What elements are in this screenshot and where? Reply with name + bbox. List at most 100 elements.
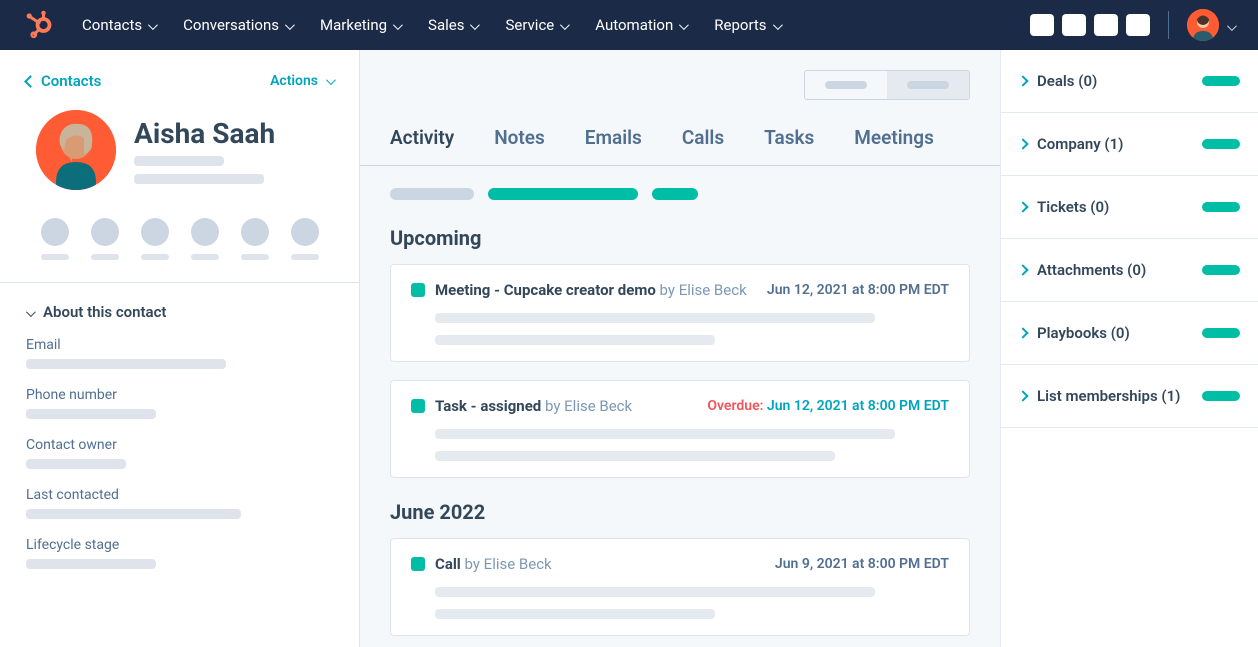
contact-field[interactable]: Phone number <box>26 387 333 419</box>
nav-items: Contacts Conversations Marketing Sales Servi… <box>82 16 780 34</box>
quick-action-placeholder[interactable] <box>141 218 169 260</box>
nav-item-conversations[interactable]: Conversations <box>183 16 292 34</box>
center-toolbar <box>360 50 1000 100</box>
tab-emails[interactable]: Emails <box>585 126 642 165</box>
activity-author: Elise Beck <box>679 281 747 299</box>
view-toggle-group <box>804 70 970 100</box>
side-panel-label: Attachments (0) <box>1037 261 1146 279</box>
activity-date: Overdue: Jun 12, 2021 at 8:00 PM EDT <box>707 398 949 414</box>
tab-notes[interactable]: Notes <box>494 126 545 165</box>
tab-tasks[interactable]: Tasks <box>764 126 814 165</box>
side-panel-action-placeholder[interactable] <box>1202 139 1240 149</box>
contact-field[interactable]: Last contacted <box>26 487 333 519</box>
field-value-placeholder <box>26 459 126 469</box>
chevron-down-icon <box>26 303 33 321</box>
nav-item-label: Conversations <box>183 16 279 34</box>
activity-body-placeholder <box>435 429 949 461</box>
activity-card[interactable]: Task - assigned by Elise Beck Overdue: Ju… <box>390 380 970 478</box>
quick-action-placeholder[interactable] <box>41 218 69 260</box>
field-label: Email <box>26 337 333 353</box>
nav-item-sales[interactable]: Sales <box>428 16 477 34</box>
field-label: Phone number <box>26 387 333 403</box>
activity-card-header: Meeting - Cupcake creator demo by Elise … <box>411 281 949 299</box>
side-panel-company[interactable]: Company (1) <box>1001 113 1258 176</box>
side-panel-action-placeholder[interactable] <box>1202 76 1240 86</box>
quick-action-placeholder[interactable] <box>91 218 119 260</box>
contact-field[interactable]: Lifecycle stage <box>26 537 333 569</box>
filter-chip-placeholder[interactable] <box>488 188 638 200</box>
header-action-placeholder[interactable] <box>1126 14 1150 36</box>
timeline-section-title: Upcoming <box>360 222 1000 264</box>
side-panel-action-placeholder[interactable] <box>1202 265 1240 275</box>
nav-item-label: Reports <box>714 16 766 34</box>
chevron-down-icon <box>470 16 477 34</box>
hubspot-logo-icon[interactable] <box>24 10 54 40</box>
center-panel: Activity Notes Emails Calls Tasks Meetings Up… <box>360 50 1000 647</box>
chevron-right-icon <box>1017 390 1028 401</box>
side-panel-attachments[interactable]: Attachments (0) <box>1001 239 1258 302</box>
nav-item-label: Marketing <box>320 16 387 34</box>
header-action-placeholder[interactable] <box>1062 14 1086 36</box>
by-label: by <box>461 555 484 573</box>
actions-dropdown[interactable]: Actions <box>270 73 333 89</box>
filter-chips <box>360 166 1000 222</box>
view-toggle-option[interactable] <box>805 71 887 99</box>
side-panel-label: List memberships (1) <box>1037 387 1180 405</box>
back-to-contacts-link[interactable]: Contacts <box>26 72 101 90</box>
chevron-down-icon <box>148 16 155 34</box>
contact-avatar[interactable] <box>36 110 116 190</box>
side-panel-label: Playbooks (0) <box>1037 324 1130 342</box>
activity-timeline: Upcoming Meeting - Cupcake creator demo b… <box>360 222 1000 636</box>
activity-card[interactable]: Call by Elise BeckJun 9, 2021 at 8:00 PM… <box>390 538 970 636</box>
tab-meetings[interactable]: Meetings <box>854 126 934 165</box>
timeline-section-title: June 2022 <box>360 496 1000 538</box>
about-label: About this contact <box>43 303 166 321</box>
nav-item-automation[interactable]: Automation <box>595 16 686 34</box>
by-label: by <box>541 397 564 415</box>
tab-activity[interactable]: Activity <box>390 126 454 165</box>
quick-action-placeholder[interactable] <box>191 218 219 260</box>
side-panel-action-placeholder[interactable] <box>1202 391 1240 401</box>
activity-author: Elise Beck <box>484 555 552 573</box>
nav-item-marketing[interactable]: Marketing <box>320 16 400 34</box>
header-action-placeholder[interactable] <box>1030 14 1054 36</box>
filter-chip-placeholder[interactable] <box>390 188 474 200</box>
tab-calls[interactable]: Calls <box>682 126 724 165</box>
side-panel-label: Deals (0) <box>1037 72 1097 90</box>
chevron-right-icon <box>1017 201 1028 212</box>
contact-field[interactable]: Contact owner <box>26 437 333 469</box>
contact-fields: Email Phone number Contact owner Last conta… <box>0 325 359 581</box>
side-panel-deals[interactable]: Deals (0) <box>1001 50 1258 113</box>
activity-type-icon <box>411 283 425 297</box>
nav-item-contacts[interactable]: Contacts <box>82 16 155 34</box>
field-label: Contact owner <box>26 437 333 453</box>
view-toggle-option-selected[interactable] <box>887 71 969 99</box>
nav-item-reports[interactable]: Reports <box>714 16 779 34</box>
header-action-placeholder[interactable] <box>1094 14 1118 36</box>
chevron-down-icon[interactable] <box>1227 16 1234 35</box>
user-avatar[interactable] <box>1187 9 1219 41</box>
side-panel-list-memberships[interactable]: List memberships (1) <box>1001 365 1258 428</box>
quick-action-placeholder[interactable] <box>241 218 269 260</box>
activity-title: Task - assigned by Elise Beck <box>435 397 632 415</box>
contact-name: Aisha Saah <box>134 117 275 150</box>
chevron-right-icon <box>1017 264 1028 275</box>
contact-quick-actions <box>0 208 359 282</box>
activity-card[interactable]: Meeting - Cupcake creator demo by Elise … <box>390 264 970 362</box>
side-panel-label: Company (1) <box>1037 135 1123 153</box>
field-value-placeholder <box>26 409 156 419</box>
nav-item-label: Service <box>505 16 554 34</box>
filter-chip-placeholder[interactable] <box>652 188 698 200</box>
side-panel-tickets[interactable]: Tickets (0) <box>1001 176 1258 239</box>
right-sidebar: Deals (0) Company (1) Tickets (0) Attachmen… <box>1000 50 1258 647</box>
activity-type-icon <box>411 557 425 571</box>
nav-item-service[interactable]: Service <box>505 16 567 34</box>
contact-field[interactable]: Email <box>26 337 333 369</box>
side-panel-action-placeholder[interactable] <box>1202 328 1240 338</box>
side-panel-playbooks[interactable]: Playbooks (0) <box>1001 302 1258 365</box>
activity-type-icon <box>411 399 425 413</box>
side-panel-action-placeholder[interactable] <box>1202 202 1240 212</box>
side-panel-label: Tickets (0) <box>1037 198 1109 216</box>
about-section-toggle[interactable]: About this contact <box>0 283 359 325</box>
quick-action-placeholder[interactable] <box>291 218 319 260</box>
